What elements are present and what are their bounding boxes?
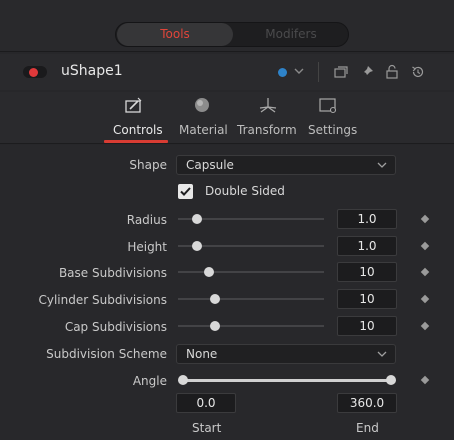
color-swatch[interactable] bbox=[278, 68, 287, 77]
cylinder-subdivisions-label: Cylinder Subdivisions bbox=[38, 293, 167, 307]
tab-material[interactable]: Material bbox=[176, 92, 230, 144]
chevron-down-icon bbox=[377, 351, 387, 357]
cap-subdivisions-slider-track[interactable] bbox=[178, 325, 324, 327]
top-bar: Tools Modifers bbox=[0, 0, 454, 52]
cylinder-subdivisions-slider-track[interactable] bbox=[178, 298, 324, 300]
settings-icon bbox=[319, 98, 337, 114]
base-subdivisions-slider-track[interactable] bbox=[178, 271, 324, 273]
tab-material-label: Material bbox=[179, 123, 228, 137]
tab-transform[interactable]: Transform bbox=[236, 92, 300, 144]
record-dot-icon bbox=[29, 68, 38, 77]
color-chevron-icon[interactable] bbox=[293, 64, 305, 78]
base-subdivisions-label: Base Subdivisions bbox=[58, 266, 167, 280]
double-sided-checkbox[interactable] bbox=[178, 184, 193, 199]
subdivision-scheme-dropdown[interactable]: None bbox=[176, 344, 396, 364]
windows-icon[interactable] bbox=[333, 64, 349, 80]
node-header: uShape1 bbox=[0, 54, 454, 90]
tools-modifiers-switch: Tools Modifers bbox=[115, 22, 349, 47]
controls-icon bbox=[125, 97, 142, 113]
angle-range-track[interactable] bbox=[183, 379, 391, 382]
angle-label: Angle bbox=[132, 374, 167, 388]
tab-transform-label: Transform bbox=[237, 123, 297, 137]
checkmark-icon bbox=[180, 187, 191, 196]
tab-controls-label: Controls bbox=[113, 123, 163, 137]
chevron-down-icon bbox=[377, 162, 387, 168]
radius-keyframe-icon[interactable] bbox=[420, 214, 430, 224]
transform-icon bbox=[259, 98, 277, 113]
radius-input[interactable]: 1.0 bbox=[337, 209, 397, 229]
shape-value: Capsule bbox=[186, 158, 234, 172]
reset-icon[interactable] bbox=[410, 64, 426, 80]
cylinder-subdivisions-slider-handle[interactable] bbox=[210, 294, 220, 304]
cylinder-subdivisions-input[interactable]: 10 bbox=[337, 289, 397, 309]
tab-settings[interactable]: Settings bbox=[305, 92, 357, 144]
tools-tab[interactable]: Tools bbox=[117, 23, 233, 46]
controls-panel: Shape Capsule Double Sided Radius 1.0 He… bbox=[0, 145, 454, 440]
angle-start-label: Start bbox=[192, 421, 222, 435]
header-divider bbox=[318, 62, 319, 82]
base-subdivisions-keyframe-icon[interactable] bbox=[420, 267, 430, 277]
cap-subdivisions-slider-handle[interactable] bbox=[210, 321, 220, 331]
angle-end-handle[interactable] bbox=[386, 375, 396, 385]
lock-icon[interactable] bbox=[384, 64, 400, 80]
subdivision-scheme-value: None bbox=[186, 347, 218, 361]
shape-dropdown[interactable]: Capsule bbox=[176, 155, 396, 175]
tool-name[interactable]: uShape1 bbox=[61, 63, 123, 79]
height-slider-handle[interactable] bbox=[192, 241, 202, 251]
pin-icon[interactable] bbox=[359, 64, 375, 80]
radius-slider-handle[interactable] bbox=[192, 214, 202, 224]
tab-controls[interactable]: Controls bbox=[106, 92, 170, 144]
modifiers-tab[interactable]: Modifers bbox=[234, 23, 348, 46]
material-icon bbox=[195, 98, 209, 112]
cap-subdivisions-input[interactable]: 10 bbox=[337, 316, 397, 336]
inspector-tabs: Controls Material Transform Settings bbox=[0, 92, 454, 144]
angle-start-handle[interactable] bbox=[178, 375, 188, 385]
subdivision-scheme-label: Subdivision Scheme bbox=[46, 347, 167, 361]
angle-keyframe-icon[interactable] bbox=[420, 375, 430, 385]
base-subdivisions-input[interactable]: 10 bbox=[337, 262, 397, 282]
tab-settings-label: Settings bbox=[308, 123, 358, 137]
cylinder-subdivisions-keyframe-icon[interactable] bbox=[420, 294, 430, 304]
shape-label: Shape bbox=[129, 158, 167, 172]
angle-start-input[interactable]: 0.0 bbox=[176, 393, 236, 413]
base-subdivisions-slider-handle[interactable] bbox=[204, 267, 214, 277]
angle-end-input[interactable]: 360.0 bbox=[337, 393, 397, 413]
cap-subdivisions-keyframe-icon[interactable] bbox=[420, 321, 430, 331]
active-tab-indicator bbox=[104, 140, 168, 143]
double-sided-label: Double Sided bbox=[205, 184, 285, 198]
height-input[interactable]: 1.0 bbox=[337, 236, 397, 256]
height-keyframe-icon[interactable] bbox=[420, 241, 430, 251]
height-label: Height bbox=[127, 240, 167, 254]
radius-label: Radius bbox=[126, 213, 167, 227]
angle-end-label: End bbox=[356, 421, 379, 435]
cap-subdivisions-label: Cap Subdivisions bbox=[64, 320, 167, 334]
